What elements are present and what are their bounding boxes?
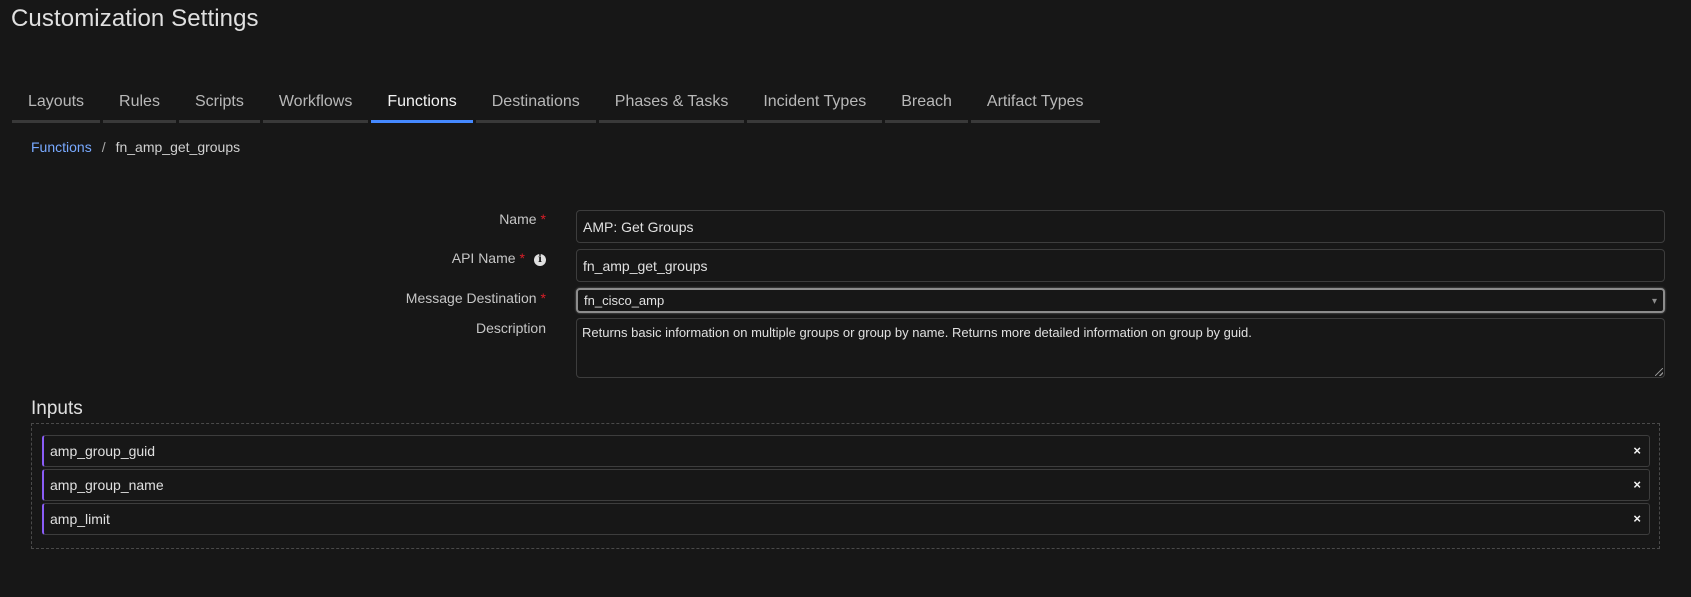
tab-scripts[interactable]: Scripts [178,90,260,123]
input-item[interactable]: amp_group_name × [42,469,1650,501]
inputs-dropzone[interactable]: amp_group_guid × amp_group_name × amp_li… [31,423,1660,549]
settings-tabs: Layouts Rules Scripts Workflows Function… [12,90,1103,123]
breadcrumb-separator: / [101,139,106,155]
input-item-label: amp_limit [50,511,110,527]
tab-workflows[interactable]: Workflows [262,90,369,123]
tab-rules[interactable]: Rules [103,90,176,123]
name-label-text: Name [499,211,537,227]
description-label: Description [475,320,546,336]
name-label: Name * [499,211,546,227]
close-icon[interactable]: × [1633,470,1641,500]
breadcrumb-functions-link[interactable]: Functions [31,139,92,155]
close-icon[interactable]: × [1633,504,1641,534]
breadcrumb: Functions / fn_amp_get_groups [31,139,240,155]
resize-handle-icon[interactable] [1655,368,1663,376]
description-text: Returns basic information on multiple gr… [582,325,1252,340]
message-destination-label: Message Destination * [406,290,546,306]
page-title: Customization Settings [11,5,259,32]
message-destination-value: fn_cisco_amp [584,293,665,308]
tab-phases-tasks[interactable]: Phases & Tasks [598,90,745,123]
tab-artifact-types[interactable]: Artifact Types [970,90,1100,123]
inputs-section-title: Inputs [31,398,83,419]
api-name-label-text: API Name [451,250,516,266]
required-marker: * [540,290,546,306]
message-destination-label-text: Message Destination [405,290,537,306]
message-destination-select[interactable]: fn_cisco_amp ▾ [576,288,1665,313]
required-marker: * [519,250,525,266]
tab-functions[interactable]: Functions [371,90,473,123]
description-textarea[interactable]: Returns basic information on multiple gr… [576,318,1665,378]
chevron-down-icon: ▾ [1651,296,1657,307]
tab-layouts[interactable]: Layouts [12,90,101,123]
breadcrumb-current: fn_amp_get_groups [115,139,241,155]
input-item-label: amp_group_name [50,477,164,493]
tab-breach[interactable]: Breach [885,90,968,123]
api-name-input[interactable] [576,249,1665,282]
tab-incident-types[interactable]: Incident Types [747,90,883,123]
tab-destinations[interactable]: Destinations [475,90,596,123]
input-item-label: amp_group_guid [50,443,156,459]
input-item[interactable]: amp_limit × [42,503,1650,535]
name-input[interactable] [576,210,1665,243]
required-marker: * [540,211,546,227]
input-item[interactable]: amp_group_guid × [42,435,1650,467]
close-icon[interactable]: × [1633,436,1641,466]
info-circle-icon[interactable]: i [534,254,546,266]
api-name-label: API Name * i [452,250,546,266]
